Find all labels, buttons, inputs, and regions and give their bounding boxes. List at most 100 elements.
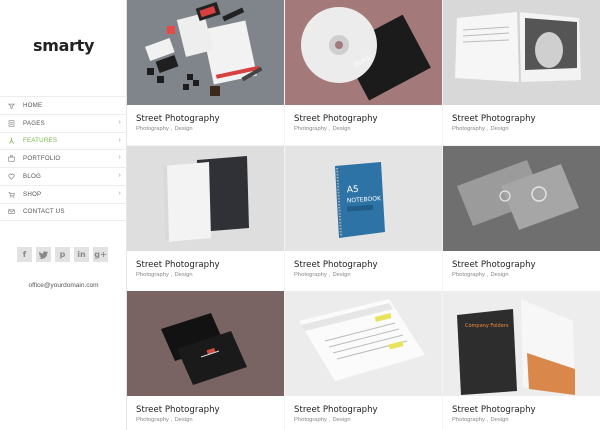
sidebar: smarty HOME PAGES › FEATURES › PORTFOLIO… <box>0 0 127 430</box>
cover-line-1: A5 <box>347 185 360 196</box>
card-categories: Photography, Design <box>294 417 351 423</box>
chevron-right-icon: › <box>118 154 121 162</box>
pages-icon <box>7 119 15 127</box>
portfolio-card[interactable]: ELIAS Street Photography Photography, Des… <box>285 0 442 145</box>
card-categories: Photography, Design <box>452 126 509 132</box>
pinterest-icon[interactable]: p <box>55 247 70 262</box>
card-title[interactable]: Street Photography <box>136 260 220 270</box>
business-cards-mockup-image[interactable] <box>443 146 600 251</box>
category-link[interactable]: Design <box>491 126 509 132</box>
chevron-right-icon: › <box>118 172 121 180</box>
separator: , <box>170 126 173 132</box>
nav-item-label: BLOG <box>23 173 41 181</box>
card-title[interactable]: Street Photography <box>294 114 378 124</box>
logo[interactable]: smarty <box>33 36 94 55</box>
portfolio-icon <box>7 155 15 163</box>
nav-item-label: PORTFOLIO <box>23 155 61 163</box>
a5-notebook-mockup-image[interactable]: A5 NOTEBOOK <box>285 146 442 251</box>
features-icon <box>7 137 15 145</box>
card-categories: Photography, Design <box>136 417 193 423</box>
card-categories: Photography, Design <box>136 272 193 278</box>
category-link[interactable]: Photography <box>452 417 485 423</box>
nav-item-label: SHOP <box>23 190 42 198</box>
chevron-right-icon: › <box>118 118 121 126</box>
nav-item-contact[interactable]: CONTACT US <box>0 202 127 221</box>
resume-mockup-image[interactable] <box>285 291 442 396</box>
category-link[interactable]: Photography <box>136 417 169 423</box>
category-link[interactable]: Photography <box>294 417 327 423</box>
cover-line-1: Company Folders <box>465 323 509 329</box>
portfolio-card[interactable]: Street Photography Photography, Design <box>443 0 600 145</box>
category-link[interactable]: Design <box>175 272 193 278</box>
mail-icon <box>7 208 15 216</box>
twitter-icon[interactable] <box>36 247 51 262</box>
facebook-icon[interactable]: f <box>17 247 32 262</box>
category-link[interactable]: Design <box>333 417 351 423</box>
stationery-mockup-image[interactable] <box>127 0 284 105</box>
page: smarty HOME PAGES › FEATURES › PORTFOLIO… <box>0 0 600 430</box>
portfolio-card[interactable]: Street Photography Photography, Design <box>127 146 284 291</box>
linkedin-icon[interactable]: in <box>74 247 89 262</box>
separator: , <box>486 417 489 423</box>
nav-item-label: HOME <box>23 101 43 109</box>
cart-icon <box>7 190 15 198</box>
card-title[interactable]: Street Photography <box>136 114 220 124</box>
nav-item-portfolio[interactable]: PORTFOLIO › <box>0 149 127 167</box>
category-link[interactable]: Photography <box>452 126 485 132</box>
nav-item-label: FEATURES <box>23 137 58 145</box>
category-link[interactable]: Photography <box>136 126 169 132</box>
portfolio-card[interactable]: Street Photography Photography, Design <box>127 0 284 145</box>
black-cards-mockup-image[interactable] <box>127 291 284 396</box>
nav-item-blog[interactable]: BLOG › <box>0 167 127 185</box>
portfolio-card[interactable]: Street Photography Photography, Design <box>443 146 600 291</box>
category-link[interactable]: Photography <box>294 126 327 132</box>
nav-item-features[interactable]: FEATURES › <box>0 131 127 150</box>
contact-email[interactable]: office@yourdomain.com <box>0 282 127 289</box>
separator: , <box>328 272 331 278</box>
portfolio-grid: Street Photography Photography, Design EL… <box>127 0 600 430</box>
card-categories: Photography, Design <box>452 417 509 423</box>
card-categories: Photography, Design <box>294 272 351 278</box>
card-categories: Photography, Design <box>136 126 193 132</box>
separator: , <box>486 272 489 278</box>
separator: , <box>486 126 489 132</box>
card-title[interactable]: Street Photography <box>452 114 536 124</box>
nav-item-shop[interactable]: SHOP › <box>0 184 127 203</box>
books-mockup-image[interactable] <box>127 146 284 251</box>
category-link[interactable]: Photography <box>452 272 485 278</box>
card-title[interactable]: Street Photography <box>294 260 378 270</box>
portfolio-card[interactable]: Street Photography Photography, Design <box>285 291 442 430</box>
category-link[interactable]: Design <box>175 126 193 132</box>
category-link[interactable]: Photography <box>294 272 327 278</box>
card-title[interactable]: Street Photography <box>294 405 378 415</box>
separator: , <box>328 417 331 423</box>
portfolio-card[interactable]: Company Folders Street Photography Photo… <box>443 291 600 430</box>
folder-mockup-image[interactable]: Company Folders <box>443 291 600 396</box>
googleplus-icon[interactable]: g+ <box>93 247 108 262</box>
separator: , <box>170 272 173 278</box>
category-link[interactable]: Design <box>333 272 351 278</box>
category-link[interactable]: Design <box>491 417 509 423</box>
chevron-right-icon: › <box>118 189 121 197</box>
portfolio-card[interactable]: Street Photography Photography, Design <box>127 291 284 430</box>
social-links: f p in g+ <box>17 247 108 262</box>
category-link[interactable]: Design <box>175 417 193 423</box>
separator: , <box>170 417 173 423</box>
nav-item-home[interactable]: HOME <box>0 96 127 114</box>
card-title[interactable]: Street Photography <box>452 260 536 270</box>
card-categories: Photography, Design <box>452 272 509 278</box>
nav-item-pages[interactable]: PAGES › <box>0 113 127 132</box>
category-link[interactable]: Design <box>491 272 509 278</box>
category-link[interactable]: Design <box>333 126 351 132</box>
cd-mockup-image[interactable]: ELIAS <box>285 0 442 105</box>
heart-icon <box>7 173 15 181</box>
card-title[interactable]: Street Photography <box>452 405 536 415</box>
card-title[interactable]: Street Photography <box>136 405 220 415</box>
main-nav: HOME PAGES › FEATURES › PORTFOLIO › BLOG… <box>0 96 127 221</box>
magazine-mockup-image[interactable] <box>443 0 600 105</box>
home-icon <box>7 101 15 109</box>
card-categories: Photography, Design <box>294 126 351 132</box>
nav-item-label: CONTACT US <box>23 208 65 216</box>
category-link[interactable]: Photography <box>136 272 169 278</box>
portfolio-card[interactable]: A5 NOTEBOOK Street Photography Photograp… <box>285 146 442 291</box>
